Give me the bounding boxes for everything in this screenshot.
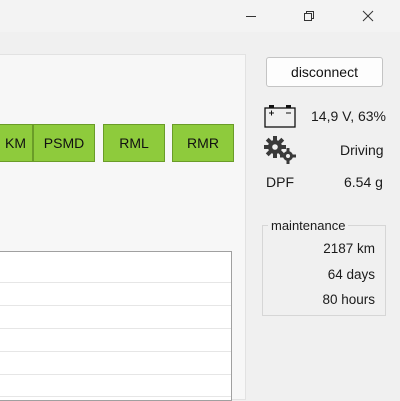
maintenance-hours: 80 hours [322, 292, 375, 307]
data-table[interactable] [0, 251, 232, 401]
battery-status: 14,9 V, 63% [311, 108, 386, 124]
maintenance-days: 64 days [327, 267, 375, 282]
mode-button-label: PSMD [43, 135, 85, 151]
title-bar [0, 0, 400, 32]
dpf-value: 6.54 g [344, 174, 383, 190]
dpf-label: DPF [266, 174, 294, 190]
table-row-divider [0, 351, 231, 352]
mode-button-rml[interactable]: RML [103, 124, 165, 162]
table-row-divider [0, 282, 231, 283]
table-row-divider [0, 328, 231, 329]
driving-state: Driving [340, 142, 384, 158]
close-icon [362, 10, 374, 22]
table-row-divider [0, 305, 231, 306]
disconnect-button[interactable]: disconnect [266, 57, 383, 87]
maintenance-distance: 2187 km [323, 241, 375, 256]
mode-button-rmr[interactable]: RMR [172, 124, 234, 162]
mode-button-km[interactable]: KM [0, 124, 33, 162]
maintenance-title: maintenance [268, 218, 349, 233]
mode-button-label: KM [5, 135, 26, 151]
mode-button-label: RMR [187, 135, 219, 151]
restore-icon [304, 11, 314, 21]
disconnect-label: disconnect [291, 64, 358, 80]
table-row-divider [0, 396, 231, 397]
gears-icon [264, 136, 296, 164]
close-button[interactable] [345, 0, 391, 32]
table-row-divider [0, 374, 231, 375]
minimize-button[interactable] [228, 0, 274, 32]
maximize-button[interactable] [286, 0, 332, 32]
mode-button-label: RML [119, 135, 149, 151]
mode-button-psmd[interactable]: PSMD [33, 124, 95, 162]
minimize-icon [246, 16, 256, 17]
battery-icon [264, 105, 296, 128]
